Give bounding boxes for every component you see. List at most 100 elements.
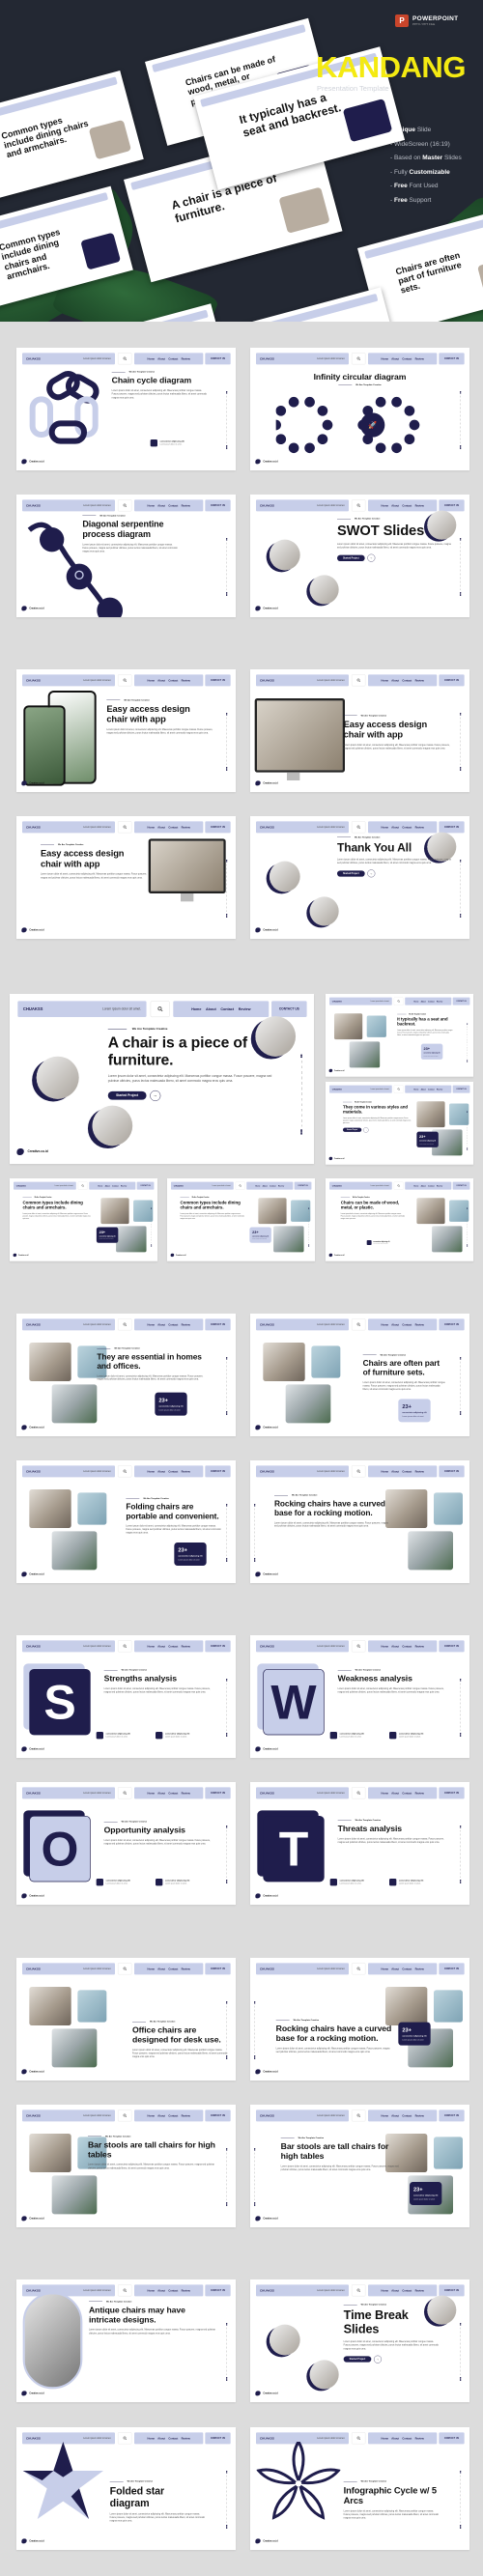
nav-review[interactable]: Review — [415, 357, 424, 360]
slide-thumbnail[interactable]: CHUAKSS Lorem ipsum dolor sit amet. Home A… — [250, 1314, 469, 1436]
search-button[interactable] — [118, 2432, 132, 2445]
nav-review[interactable]: Review — [278, 1185, 284, 1187]
slide-thumbnail[interactable]: CHUAKSS Lorem ipsum dolor sit amet. Home A… — [167, 1178, 315, 1261]
contact-us-button[interactable]: CONTACT US — [205, 1640, 231, 1653]
search-button[interactable] — [352, 1640, 366, 1653]
nav-contact[interactable]: Contact — [402, 679, 412, 682]
search-button[interactable] — [352, 1465, 366, 1478]
contact-us-button[interactable]: CONTACT US — [439, 2432, 465, 2445]
search-button[interactable] — [393, 1085, 404, 1093]
slide-thumbnail[interactable]: CHUAKSS Lorem ipsum dolor sit amet. Home A… — [250, 1460, 469, 1583]
contact-us-button[interactable]: CONTACT US — [205, 1963, 231, 1975]
nav-review[interactable]: Review — [415, 826, 424, 829]
started-project-button[interactable]: Started Project — [337, 554, 365, 561]
contact-us-button[interactable]: CONTACT US — [205, 2432, 231, 2445]
nav-review[interactable]: Review — [239, 1007, 251, 1011]
nav-contact[interactable]: Contact — [168, 1792, 178, 1795]
nav-about[interactable]: About — [157, 1470, 165, 1473]
search-button[interactable] — [118, 1787, 132, 1799]
arrow-right-button[interactable]: → — [363, 1127, 369, 1133]
nav-about[interactable]: About — [391, 1645, 399, 1648]
search-button[interactable] — [393, 1181, 404, 1190]
nav-home[interactable]: Home — [148, 679, 155, 682]
nav-review[interactable]: Review — [415, 1323, 424, 1326]
nav-home[interactable]: Home — [382, 1792, 388, 1795]
slide-thumbnail[interactable]: CHUAKSS Lorem ipsum dolor sit amet. Home A… — [10, 1178, 157, 1261]
nav-about[interactable]: About — [421, 1185, 426, 1187]
nav-about[interactable]: About — [206, 1007, 216, 1011]
slide-thumbnail[interactable]: CHUAKSS Lorem ipsum dolor sit amet. Home A… — [16, 1782, 236, 1905]
search-button[interactable] — [352, 1318, 366, 1331]
slide-thumbnail[interactable]: CHUAKSS Lorem ipsum dolor sit amet. Home A… — [16, 348, 236, 470]
nav-home[interactable]: Home — [148, 504, 155, 507]
slide-thumbnail[interactable]: CHUAKSS Lorem ipsum dolor sit amet. Home A… — [250, 348, 469, 470]
nav-about[interactable]: About — [263, 1185, 268, 1187]
nav-home[interactable]: Home — [148, 2437, 155, 2440]
search-button[interactable] — [352, 2109, 366, 2122]
nav-contact[interactable]: Contact — [402, 826, 412, 829]
nav-home[interactable]: Home — [382, 1470, 388, 1473]
nav-about[interactable]: About — [421, 1001, 426, 1003]
nav-review[interactable]: Review — [182, 357, 190, 360]
nav-about[interactable]: About — [391, 1323, 399, 1326]
contact-us-button[interactable]: CONTACT US — [452, 997, 470, 1005]
slide-thumbnail[interactable]: CHUAKSS Lorem ipsum dolor sit amet. Home A… — [16, 2427, 236, 2550]
nav-contact[interactable]: Contact — [428, 1001, 435, 1003]
slide-thumbnail[interactable]: CHUAKSS Lorem ipsum dolor sit amet. Home A… — [326, 1178, 473, 1261]
nav-review[interactable]: Review — [182, 679, 190, 682]
nav-about[interactable]: About — [391, 1967, 399, 1970]
nav-about[interactable]: About — [157, 2114, 165, 2117]
search-button[interactable] — [118, 821, 132, 834]
nav-about[interactable]: About — [391, 504, 399, 507]
search-button[interactable] — [118, 2284, 132, 2297]
search-button[interactable] — [352, 353, 366, 365]
slide-thumbnail[interactable]: CHUAKSS Lorem ipsum dolor sit amet. Home A… — [16, 816, 236, 939]
search-button[interactable] — [352, 821, 366, 834]
search-button[interactable] — [393, 997, 404, 1005]
nav-home[interactable]: Home — [148, 1470, 155, 1473]
nav-contact[interactable]: Contact — [402, 2437, 412, 2440]
nav-review[interactable]: Review — [415, 1792, 424, 1795]
nav-home[interactable]: Home — [382, 504, 388, 507]
nav-home[interactable]: Home — [382, 357, 388, 360]
nav-contact[interactable]: Contact — [402, 1323, 412, 1326]
nav-about[interactable]: About — [391, 2437, 399, 2440]
contact-us-button[interactable]: CONTACT US — [205, 499, 231, 512]
search-button[interactable] — [235, 1181, 245, 1190]
slide-thumbnail[interactable]: CHUAKSS Lorem ipsum dolor sit amet. Home A… — [250, 2105, 469, 2227]
slide-thumbnail[interactable]: CHUAKSS Lorem ipsum dolor sit amet. Home A… — [16, 1635, 236, 1758]
nav-review[interactable]: Review — [182, 826, 190, 829]
nav-contact[interactable]: Contact — [402, 1645, 412, 1648]
nav-about[interactable]: About — [157, 1792, 165, 1795]
nav-review[interactable]: Review — [437, 1185, 442, 1187]
slide-thumbnail[interactable]: CHUAKSS Lorem ipsum dolor sit amet. Home A… — [250, 2279, 469, 2402]
nav-contact[interactable]: Contact — [402, 2289, 412, 2292]
search-button[interactable] — [118, 353, 132, 365]
nav-review[interactable]: Review — [415, 1967, 424, 1970]
nav-contact[interactable]: Contact — [402, 1967, 412, 1970]
nav-review[interactable]: Review — [182, 2289, 190, 2292]
search-button[interactable] — [118, 674, 132, 687]
nav-contact[interactable]: Contact — [168, 1470, 178, 1473]
contact-us-button[interactable]: CONTACT US — [452, 1181, 470, 1190]
arrow-right-button[interactable]: → — [150, 1090, 161, 1101]
nav-contact[interactable]: Contact — [168, 679, 178, 682]
nav-home[interactable]: Home — [413, 1001, 418, 1003]
nav-about[interactable]: About — [105, 1185, 110, 1187]
nav-home[interactable]: Home — [148, 826, 155, 829]
nav-home[interactable]: Home — [148, 1792, 155, 1795]
nav-review[interactable]: Review — [415, 2289, 424, 2292]
nav-review[interactable]: Review — [182, 1645, 190, 1648]
nav-contact[interactable]: Contact — [112, 1185, 119, 1187]
nav-about[interactable]: About — [391, 826, 399, 829]
nav-review[interactable]: Review — [182, 1792, 190, 1795]
nav-home[interactable]: Home — [382, 2114, 388, 2117]
nav-contact[interactable]: Contact — [168, 2114, 178, 2117]
search-button[interactable] — [118, 1318, 132, 1331]
nav-contact[interactable]: Contact — [168, 2437, 178, 2440]
nav-review[interactable]: Review — [437, 1001, 442, 1003]
nav-review[interactable]: Review — [415, 2437, 424, 2440]
slide-thumbnail[interactable]: CHUAKSS Lorem ipsum dolor sit amet. Home A… — [326, 994, 473, 1077]
nav-about[interactable]: About — [157, 2437, 165, 2440]
nav-about[interactable]: About — [157, 2289, 165, 2292]
